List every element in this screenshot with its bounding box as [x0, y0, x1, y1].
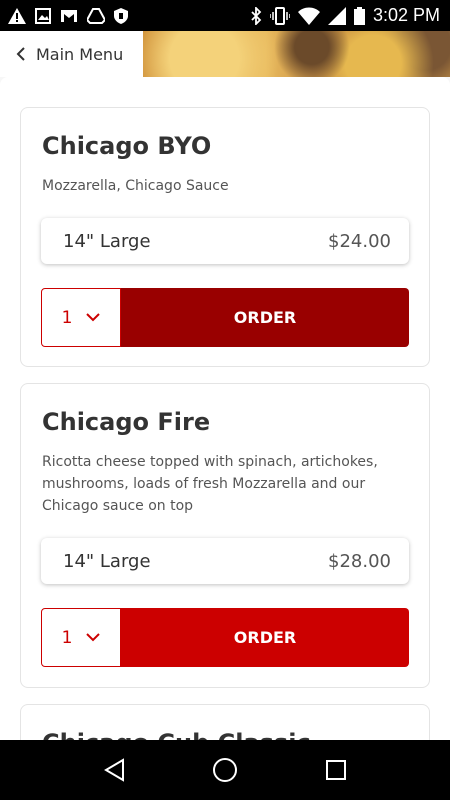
menu-sheet: Chicago BYO Mozzarella, Chicago Sauce 14… — [0, 77, 450, 740]
size-option[interactable]: 14" Large $28.00 — [41, 538, 409, 584]
back-triangle-icon[interactable] — [103, 758, 125, 782]
order-button[interactable]: ORDER — [121, 608, 409, 667]
size-price: $24.00 — [328, 230, 391, 252]
item-title: Chicago Cub Classic — [42, 729, 311, 740]
item-description: Ricotta cheese topped with spinach, arti… — [42, 454, 378, 514]
status-bar: 3:02 PM — [0, 0, 450, 31]
size-label: 14" Large — [63, 550, 151, 572]
drive-icon — [87, 7, 105, 24]
system-nav-bar — [0, 740, 450, 800]
back-label: Main Menu — [36, 44, 124, 64]
order-row: 1 ORDER — [41, 288, 409, 347]
status-right-icons: 3:02 PM — [250, 5, 450, 26]
wifi-icon — [297, 7, 320, 25]
back-button[interactable]: Main Menu — [0, 31, 143, 77]
shield-icon — [114, 7, 128, 24]
size-label: 14" Large — [63, 230, 151, 252]
size-price: $28.00 — [328, 550, 391, 572]
warning-icon — [8, 7, 26, 24]
order-button[interactable]: ORDER — [121, 288, 409, 347]
menu-content[interactable]: Chicago BYO Mozzarella, Chicago Sauce 14… — [0, 77, 450, 740]
home-circle-icon[interactable] — [212, 757, 238, 783]
quantity-select[interactable]: 1 — [41, 608, 121, 667]
quantity-value: 1 — [61, 627, 73, 648]
bluetooth-icon — [251, 6, 262, 25]
status-time: 3:02 PM — [372, 5, 440, 25]
item-title: Chicago BYO — [42, 132, 212, 160]
menu-item-card: Chicago BYO Mozzarella, Chicago Sauce 14… — [20, 107, 430, 367]
image-icon — [35, 7, 51, 24]
quantity-select[interactable]: 1 — [41, 288, 121, 347]
recents-square-icon[interactable] — [325, 759, 347, 781]
gmail-icon — [61, 9, 77, 22]
item-title: Chicago Fire — [42, 408, 211, 436]
header: Main Menu — [0, 31, 450, 77]
order-row: 1 ORDER — [41, 608, 409, 667]
size-option[interactable]: 14" Large $24.00 — [41, 218, 409, 264]
chevron-down-icon — [86, 313, 101, 322]
menu-item-card: Chicago Cub Classic — [20, 704, 430, 740]
signal-icon — [327, 6, 346, 25]
menu-item-card: Chicago Fire Ricotta cheese topped with … — [20, 383, 430, 688]
battery-icon — [353, 6, 365, 25]
chevron-left-icon — [16, 47, 25, 61]
vibrate-icon — [269, 6, 290, 25]
hero-pizza-image — [143, 31, 450, 77]
chevron-down-icon — [86, 633, 101, 642]
status-left-icons — [0, 7, 128, 24]
quantity-value: 1 — [61, 307, 73, 328]
item-description: Mozzarella, Chicago Sauce — [42, 178, 229, 194]
